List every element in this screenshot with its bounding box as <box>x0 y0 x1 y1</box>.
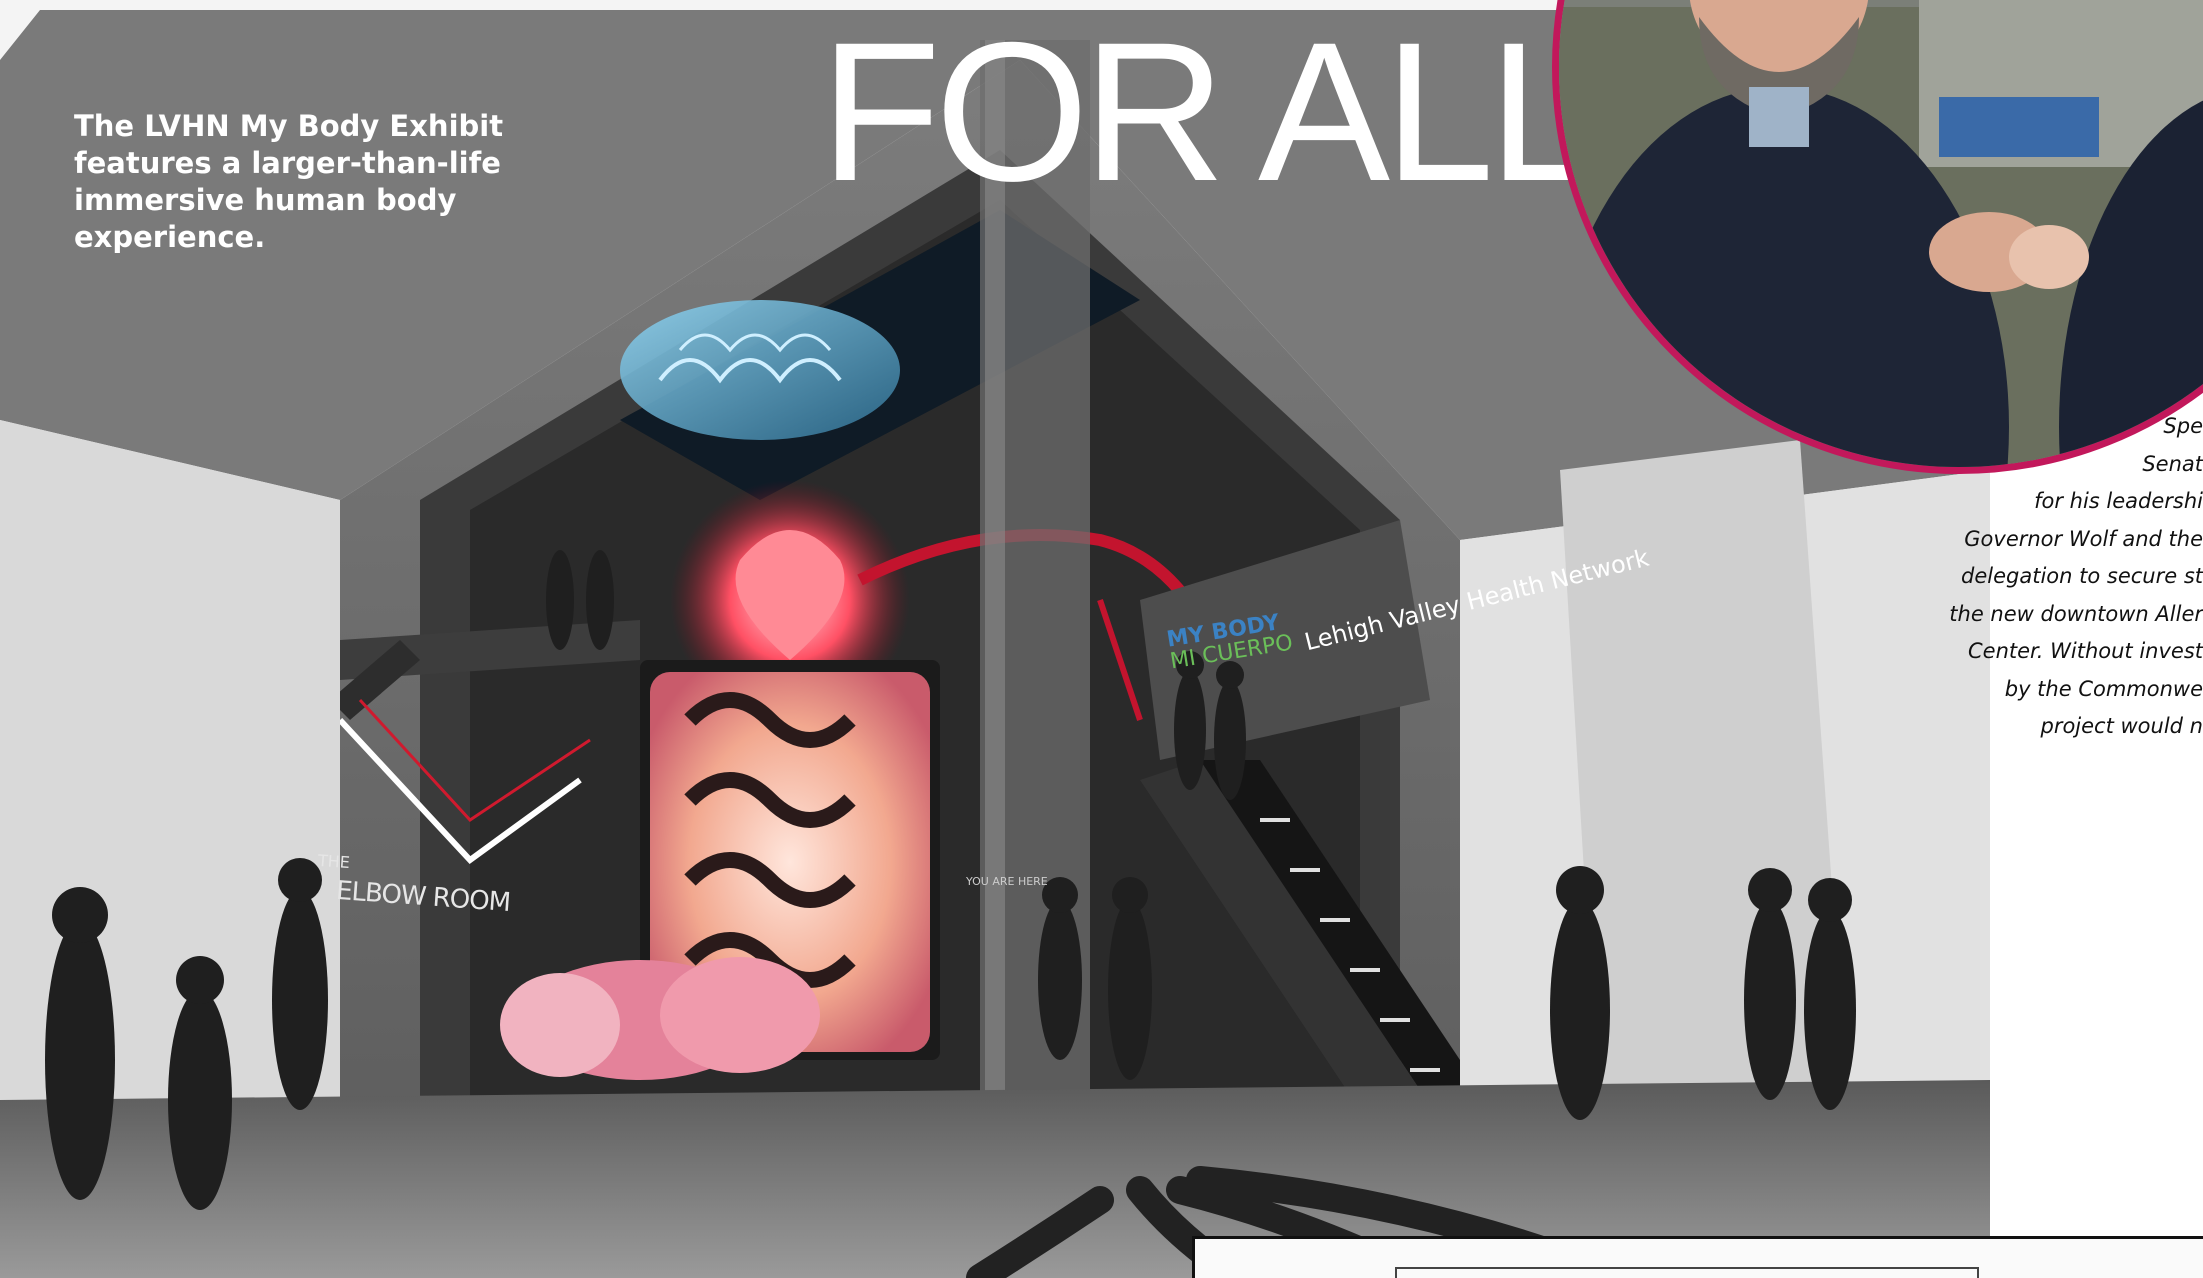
article-line: by the Commonwe <box>2004 676 2203 701</box>
article-line: project would n <box>2040 714 2203 738</box>
magazine-page: MY BODY MI CUERPO Lehigh Valley Health N… <box>0 0 2203 1278</box>
you-are-here-sign: YOU ARE HERE <box>966 875 1048 888</box>
floor-plan-diagram <box>1192 1236 2203 1278</box>
floor-plan-outline <box>1395 1267 1979 1278</box>
article-body: Spe Senat for his leadershi Governor Wol… <box>1843 408 2203 746</box>
image-caption: The LVHN My Body Exhibit features a larg… <box>74 109 504 254</box>
article-line: Center. Without invest <box>1968 639 2203 663</box>
article-line: the new downtown Aller <box>1949 601 2203 626</box>
article-line: for his leadershi <box>2034 489 2203 513</box>
elbow-room-sign-the: THE <box>317 850 351 873</box>
article-line: Governor Wolf and the <box>1964 526 2203 551</box>
article-line: delegation to secure st <box>1961 564 2203 588</box>
article-line: Spe <box>2163 414 2203 438</box>
headline: FOR ALL <box>820 1 1598 222</box>
article-line: Senat <box>2142 451 2203 476</box>
